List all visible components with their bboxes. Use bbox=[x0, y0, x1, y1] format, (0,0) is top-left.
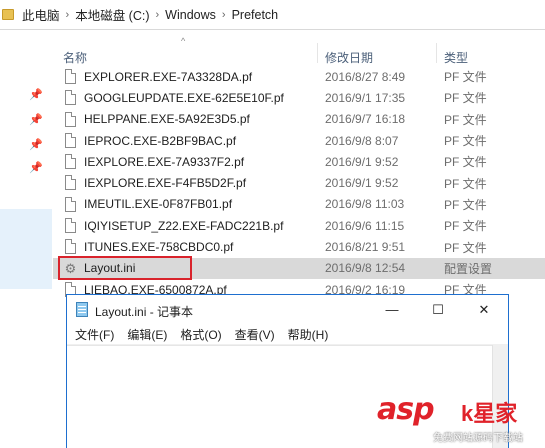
nav-selected-item[interactable] bbox=[0, 209, 52, 289]
close-icon[interactable]: ✕ bbox=[461, 295, 507, 324]
file-icon bbox=[65, 69, 76, 84]
file-icon bbox=[65, 218, 76, 234]
sort-up-icon: ^ bbox=[181, 36, 186, 46]
file-type: PF 文件 bbox=[444, 240, 487, 255]
file-type: PF 文件 bbox=[444, 197, 487, 212]
watermark: asp k星家 免费网站源码下载站 bbox=[377, 392, 545, 448]
file-row[interactable]: HELPPANE.EXE-5A92E3D5.pf 2016/9/7 16:18 … bbox=[53, 109, 545, 130]
file-icon bbox=[65, 239, 76, 255]
file-icon bbox=[65, 111, 76, 127]
file-name: IQIYISETUP_Z22.EXE-FADC221B.pf bbox=[84, 218, 284, 233]
file-name: EXPLORER.EXE-7A3328DA.pf bbox=[84, 69, 253, 84]
file-icon bbox=[65, 132, 76, 148]
file-name: ITUNES.EXE-758CBDC0.pf bbox=[84, 240, 234, 255]
menu-view[interactable]: 查看(V) bbox=[235, 326, 275, 343]
file-name: HELPPANE.EXE-5A92E3D5.pf bbox=[84, 112, 250, 127]
file-type: PF 文件 bbox=[444, 112, 487, 127]
file-name: IEXPLORE.EXE-7A9337F2.pf bbox=[84, 154, 245, 169]
file-type: PF 文件 bbox=[444, 91, 487, 106]
column-name[interactable]: 名称 bbox=[63, 49, 87, 66]
file-row[interactable]: IQIYISETUP_Z22.EXE-FADC221B.pf 2016/9/6 … bbox=[53, 215, 545, 236]
pin-icon[interactable]: 📌 bbox=[29, 139, 43, 151]
file-name: IMEUTIL.EXE-0F87FB01.pf bbox=[84, 197, 233, 212]
file-modified: 2016/9/8 12:54 bbox=[325, 261, 406, 276]
breadcrumb-item-prefetch[interactable]: Prefetch bbox=[232, 8, 279, 22]
folder-icon bbox=[2, 9, 14, 20]
breadcrumb-item-windows[interactable]: Windows bbox=[165, 8, 216, 22]
file-icon bbox=[65, 175, 76, 191]
file-row[interactable]: IEXPLORE.EXE-F4FB5D2F.pf 2016/9/1 9:52 P… bbox=[53, 172, 545, 193]
maximize-icon[interactable]: ☐ bbox=[415, 295, 461, 324]
column-divider[interactable] bbox=[317, 43, 318, 63]
file-type: PF 文件 bbox=[444, 134, 487, 149]
notepad-title-bar[interactable]: Layout.ini - 记事本 — ☐ ✕ bbox=[67, 295, 508, 324]
breadcrumb-item-local-disk[interactable]: 本地磁盘 (C:) bbox=[75, 5, 149, 24]
file-type: PF 文件 bbox=[444, 70, 487, 85]
minimize-icon[interactable]: — bbox=[369, 295, 415, 324]
file-modified: 2016/9/1 17:35 bbox=[325, 90, 406, 105]
pin-icon[interactable]: 📌 bbox=[29, 162, 43, 174]
menu-file[interactable]: 文件(F) bbox=[75, 326, 114, 343]
file-type: 配置设置 bbox=[444, 261, 493, 276]
file-name: IEPROC.EXE-B2BF9BAC.pf bbox=[84, 133, 237, 148]
file-type: PF 文件 bbox=[444, 176, 487, 191]
file-row[interactable]: IEPROC.EXE-B2BF9BAC.pf 2016/9/8 8:07 PF … bbox=[53, 130, 545, 151]
breadcrumb-item-this-pc[interactable]: 此电脑 bbox=[22, 5, 60, 24]
column-divider[interactable] bbox=[436, 43, 437, 63]
column-type[interactable]: 类型 bbox=[444, 49, 468, 66]
file-modified: 2016/9/6 11:15 bbox=[325, 218, 405, 233]
watermark-logo: asp bbox=[377, 392, 435, 427]
chevron-right-icon[interactable]: › bbox=[156, 9, 160, 21]
file-modified: 2016/9/8 11:03 bbox=[325, 197, 405, 212]
highlight-box bbox=[58, 256, 192, 280]
file-modified: 2016/9/1 9:52 bbox=[325, 154, 399, 169]
watermark-tagline: 免费网站源码下载站 bbox=[433, 433, 523, 444]
file-row[interactable]: ITUNES.EXE-758CBDC0.pf 2016/8/21 9:51 PF… bbox=[53, 236, 545, 257]
chevron-right-icon[interactable]: › bbox=[222, 9, 226, 21]
file-icon bbox=[65, 196, 76, 212]
file-row[interactable]: IEXPLORE.EXE-7A9337F2.pf 2016/9/1 9:52 P… bbox=[53, 151, 545, 172]
file-row[interactable]: EXPLORER.EXE-7A3328DA.pf 2016/8/27 8:49 … bbox=[53, 66, 545, 87]
menu-format[interactable]: 格式(O) bbox=[180, 326, 221, 343]
file-name: GOOGLEUPDATE.EXE-62E5E10F.pf bbox=[84, 90, 284, 105]
navigation-pane[interactable]: 📌 📌 📌 📌 bbox=[0, 31, 52, 448]
menu-help[interactable]: 帮助(H) bbox=[288, 326, 329, 343]
breadcrumb: 此电脑 › 本地磁盘 (C:) › Windows › Prefetch bbox=[22, 5, 278, 24]
column-header: ^ 名称 修改日期 类型 bbox=[53, 31, 545, 66]
watermark-logo-suffix: k星家 bbox=[461, 401, 518, 426]
file-type: PF 文件 bbox=[444, 155, 487, 170]
file-modified: 2016/8/21 9:51 bbox=[325, 240, 406, 255]
file-modified: 2016/9/7 16:18 bbox=[325, 112, 406, 127]
file-row[interactable]: GOOGLEUPDATE.EXE-62E5E10F.pf 2016/9/1 17… bbox=[53, 87, 545, 108]
notepad-icon bbox=[76, 302, 88, 317]
file-name: IEXPLORE.EXE-F4FB5D2F.pf bbox=[84, 176, 247, 191]
pin-icon[interactable]: 📌 bbox=[29, 114, 43, 126]
pin-icon[interactable]: 📌 bbox=[29, 89, 43, 101]
file-modified: 2016/8/27 8:49 bbox=[325, 69, 406, 84]
file-modified: 2016/9/8 8:07 bbox=[325, 133, 399, 148]
file-icon bbox=[65, 90, 76, 106]
file-modified: 2016/9/1 9:52 bbox=[325, 176, 399, 191]
column-modified[interactable]: 修改日期 bbox=[325, 49, 373, 66]
file-icon bbox=[65, 154, 76, 170]
notepad-title: Layout.ini - 记事本 bbox=[95, 305, 194, 319]
address-bar[interactable]: 此电脑 › 本地磁盘 (C:) › Windows › Prefetch bbox=[0, 0, 545, 30]
file-row[interactable]: IMEUTIL.EXE-0F87FB01.pf 2016/9/8 11:03 P… bbox=[53, 194, 545, 215]
menu-edit[interactable]: 编辑(E) bbox=[127, 326, 167, 343]
chevron-right-icon[interactable]: › bbox=[66, 9, 70, 21]
file-type: PF 文件 bbox=[444, 219, 487, 234]
notepad-menubar: 文件(F) 编辑(E) 格式(O) 查看(V) 帮助(H) bbox=[67, 324, 508, 345]
